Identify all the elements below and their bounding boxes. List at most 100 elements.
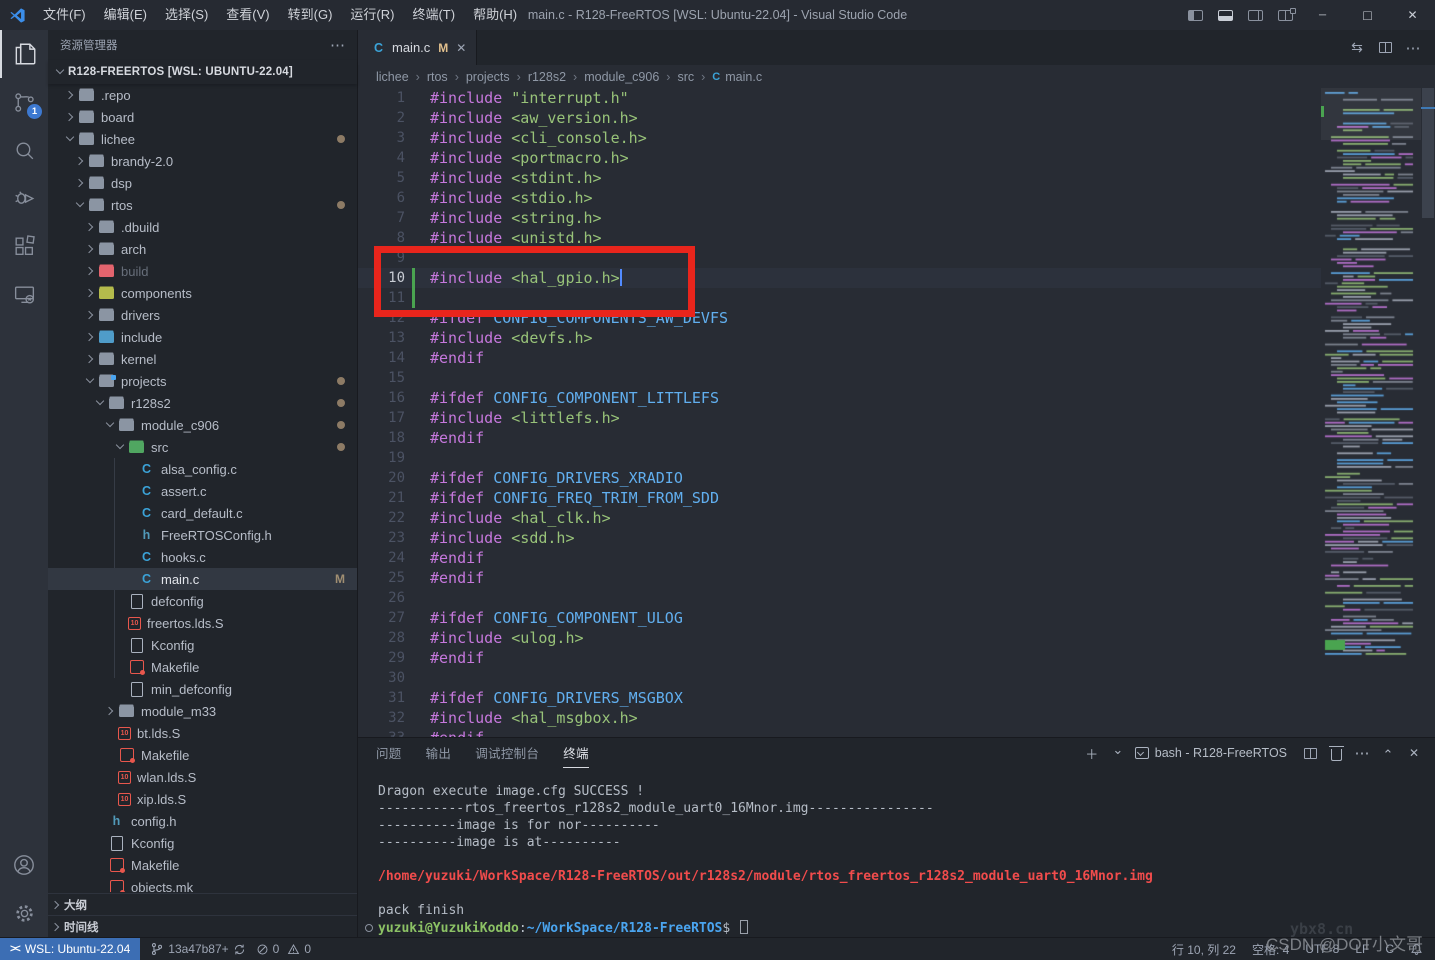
new-terminal-icon[interactable] <box>1079 740 1105 766</box>
minimize-button[interactable] <box>1300 0 1345 30</box>
close-window-button[interactable] <box>1390 0 1435 30</box>
code-line-8[interactable]: 8#include <unistd.h> <box>358 228 1321 248</box>
minimap[interactable] <box>1321 88 1421 737</box>
split-editor-icon[interactable] <box>1371 34 1399 62</box>
code-line-19[interactable]: 19 <box>358 448 1321 468</box>
tree-item-rtos[interactable]: rtos <box>48 194 357 216</box>
split-terminal-icon[interactable] <box>1297 740 1323 766</box>
tree-item-module_c906[interactable]: module_c906 <box>48 414 357 436</box>
toggle-secondary-sidebar-icon[interactable] <box>1240 0 1270 30</box>
tree-item-defconfig[interactable]: defconfig <box>48 590 357 612</box>
git-branch-item[interactable]: 13a47b87+ <box>150 942 245 956</box>
menu-item-T[interactable]: 终端(T) <box>403 0 464 30</box>
tree-item-Kconfig[interactable]: Kconfig <box>48 634 357 656</box>
settings-gear-icon[interactable] <box>0 889 48 937</box>
tree-item-include[interactable]: include <box>48 326 357 348</box>
code-line-33[interactable]: 33#endif <box>358 728 1321 737</box>
terminal-output[interactable]: Dragon execute image.cfg SUCCESS !------… <box>358 768 1435 937</box>
tree-item-min_defconfig[interactable]: min_defconfig <box>48 678 357 700</box>
panel-tab-调试控制台[interactable]: 调试控制台 <box>475 738 539 768</box>
tree-item-alsa_config.c[interactable]: Calsa_config.c <box>48 458 357 480</box>
tree-item-components[interactable]: components <box>48 282 357 304</box>
breadcrumb-item-module_c906[interactable]: module_c906 <box>584 70 677 84</box>
code-line-4[interactable]: 4#include <portmacro.h> <box>358 148 1321 168</box>
toggle-sidebar-icon[interactable] <box>1180 0 1210 30</box>
breadcrumb-item-main.c[interactable]: Cmain.c <box>712 70 762 84</box>
encoding-item[interactable]: UTF-8 <box>1305 942 1339 956</box>
code-line-24[interactable]: 24#endif <box>358 548 1321 568</box>
open-changes-icon[interactable] <box>1343 34 1371 62</box>
menu-item-R[interactable]: 运行(R) <box>341 0 403 30</box>
tree-item-.repo[interactable]: .repo <box>48 84 357 106</box>
language-mode-item[interactable]: C <box>1385 942 1394 956</box>
menu-item-S[interactable]: 选择(S) <box>156 0 217 30</box>
code-line-12[interactable]: 12#ifdef CONFIG_COMPONENTS_AW_DEVFS <box>358 308 1321 328</box>
code-line-9[interactable]: 9 <box>358 248 1321 268</box>
breadcrumb-item-src[interactable]: src <box>677 70 712 84</box>
tree-item-projects[interactable]: projects <box>48 370 357 392</box>
code-line-16[interactable]: 16#ifdef CONFIG_COMPONENT_LITTLEFS <box>358 388 1321 408</box>
tree-item-r128s2[interactable]: r128s2 <box>48 392 357 414</box>
eol-item[interactable]: LF <box>1355 942 1369 956</box>
code-line-30[interactable]: 30 <box>358 668 1321 688</box>
code-line-18[interactable]: 18#endif <box>358 428 1321 448</box>
tree-item-brandy-2.0[interactable]: brandy-2.0 <box>48 150 357 172</box>
code-line-15[interactable]: 15 <box>358 368 1321 388</box>
tree-item-main.c[interactable]: Cmain.cM <box>48 568 357 590</box>
tree-item-FreeRTOSConfig.h[interactable]: hFreeRTOSConfig.h <box>48 524 357 546</box>
tab-close-icon[interactable] <box>456 41 466 55</box>
maximize-panel-icon[interactable] <box>1375 740 1401 766</box>
customize-layout-icon[interactable] <box>1270 0 1300 30</box>
code-line-1[interactable]: 1#include "interrupt.h" <box>358 88 1321 108</box>
tree-item-lichee[interactable]: lichee <box>48 128 357 150</box>
tree-item-Makefile[interactable]: Makefile <box>48 854 357 876</box>
code-line-13[interactable]: 13#include <devfs.h> <box>358 328 1321 348</box>
tree-item-bt.lds.S[interactable]: 10bt.lds.S <box>48 722 357 744</box>
maximize-button[interactable] <box>1345 0 1390 30</box>
run-debug-icon[interactable] <box>0 174 48 222</box>
indentation-item[interactable]: 空格: 4 <box>1252 941 1289 958</box>
code-line-3[interactable]: 3#include <cli_console.h> <box>358 128 1321 148</box>
code-line-26[interactable]: 26 <box>358 588 1321 608</box>
cursor-position-item[interactable]: 行 10, 列 22 <box>1172 941 1236 958</box>
tree-item-dsp[interactable]: dsp <box>48 172 357 194</box>
code-line-6[interactable]: 6#include <stdio.h> <box>358 188 1321 208</box>
code-line-23[interactable]: 23#include <sdd.h> <box>358 528 1321 548</box>
tree-item-xip.lds.S[interactable]: 10xip.lds.S <box>48 788 357 810</box>
code-line-11[interactable]: 11 <box>358 288 1321 308</box>
code-line-27[interactable]: 27#ifdef CONFIG_COMPONENT_ULOG <box>358 608 1321 628</box>
tree-item-Makefile[interactable]: Makefile <box>48 656 357 678</box>
code-line-17[interactable]: 17#include <littlefs.h> <box>358 408 1321 428</box>
tree-item-wlan.lds.S[interactable]: 10wlan.lds.S <box>48 766 357 788</box>
breadcrumb-item-rtos[interactable]: rtos <box>427 70 466 84</box>
code-line-2[interactable]: 2#include <aw_version.h> <box>358 108 1321 128</box>
tab-main-c[interactable]: C main.c M <box>358 30 477 65</box>
account-icon[interactable] <box>0 841 48 889</box>
code-line-7[interactable]: 7#include <string.h> <box>358 208 1321 228</box>
breadcrumb-item-projects[interactable]: projects <box>466 70 528 84</box>
extensions-icon[interactable] <box>0 222 48 270</box>
code-line-29[interactable]: 29#endif <box>358 648 1321 668</box>
code-line-32[interactable]: 32#include <hal_msgbox.h> <box>358 708 1321 728</box>
code-line-28[interactable]: 28#include <ulog.h> <box>358 628 1321 648</box>
panel-more-actions-icon[interactable] <box>1349 740 1375 766</box>
close-panel-icon[interactable] <box>1401 740 1427 766</box>
code-line-31[interactable]: 31#ifdef CONFIG_DRIVERS_MSGBOX <box>358 688 1321 708</box>
code-line-22[interactable]: 22#include <hal_clk.h> <box>358 508 1321 528</box>
tree-item-objects.mk[interactable]: objects.mk <box>48 876 357 892</box>
tree-item-arch[interactable]: arch <box>48 238 357 260</box>
panel-tab-终端[interactable]: 终端 <box>563 738 589 768</box>
explorer-more-actions-icon[interactable] <box>330 36 345 54</box>
remote-explorer-icon[interactable] <box>0 270 48 318</box>
panel-tab-问题[interactable]: 问题 <box>376 738 402 768</box>
code-line-21[interactable]: 21#ifdef CONFIG_FREQ_TRIM_FROM_SDD <box>358 488 1321 508</box>
tree-item-Makefile[interactable]: Makefile <box>48 744 357 766</box>
timeline-section-header[interactable]: 时间线 <box>48 915 357 937</box>
tree-item-freertos.lds.S[interactable]: 10freertos.lds.S <box>48 612 357 634</box>
terminal-dropdown-icon[interactable] <box>1105 740 1131 766</box>
code-line-20[interactable]: 20#ifdef CONFIG_DRIVERS_XRADIO <box>358 468 1321 488</box>
tree-item-module_m33[interactable]: module_m33 <box>48 700 357 722</box>
tree-item-hooks.c[interactable]: Chooks.c <box>48 546 357 568</box>
editor-scrollbar[interactable] <box>1421 88 1435 737</box>
outline-section-header[interactable]: 大纲 <box>48 893 357 915</box>
